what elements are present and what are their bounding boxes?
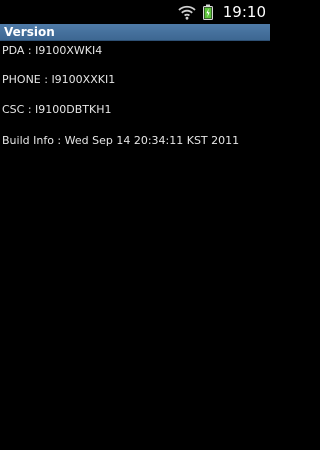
build-info: Build Info : Wed Sep 14 20:34:11 KST 201…	[2, 134, 240, 147]
battery-icon	[202, 4, 213, 20]
status-icons: 19:10	[178, 0, 270, 24]
status-bar: 19:10	[0, 0, 270, 24]
status-clock: 19:10	[222, 3, 266, 21]
page-title: Version	[4, 25, 55, 39]
pda-version: PDA : I9100XWKI4	[2, 44, 103, 57]
wifi-icon	[178, 4, 196, 20]
title-bar: Version	[0, 24, 270, 41]
phone-version: PHONE : I9100XXKI1	[2, 73, 116, 86]
csc-version: CSC : I9100DBTKH1	[2, 103, 112, 116]
version-screen: 19:10 Version PDA : I9100XWKI4 PHONE : I…	[0, 0, 270, 450]
